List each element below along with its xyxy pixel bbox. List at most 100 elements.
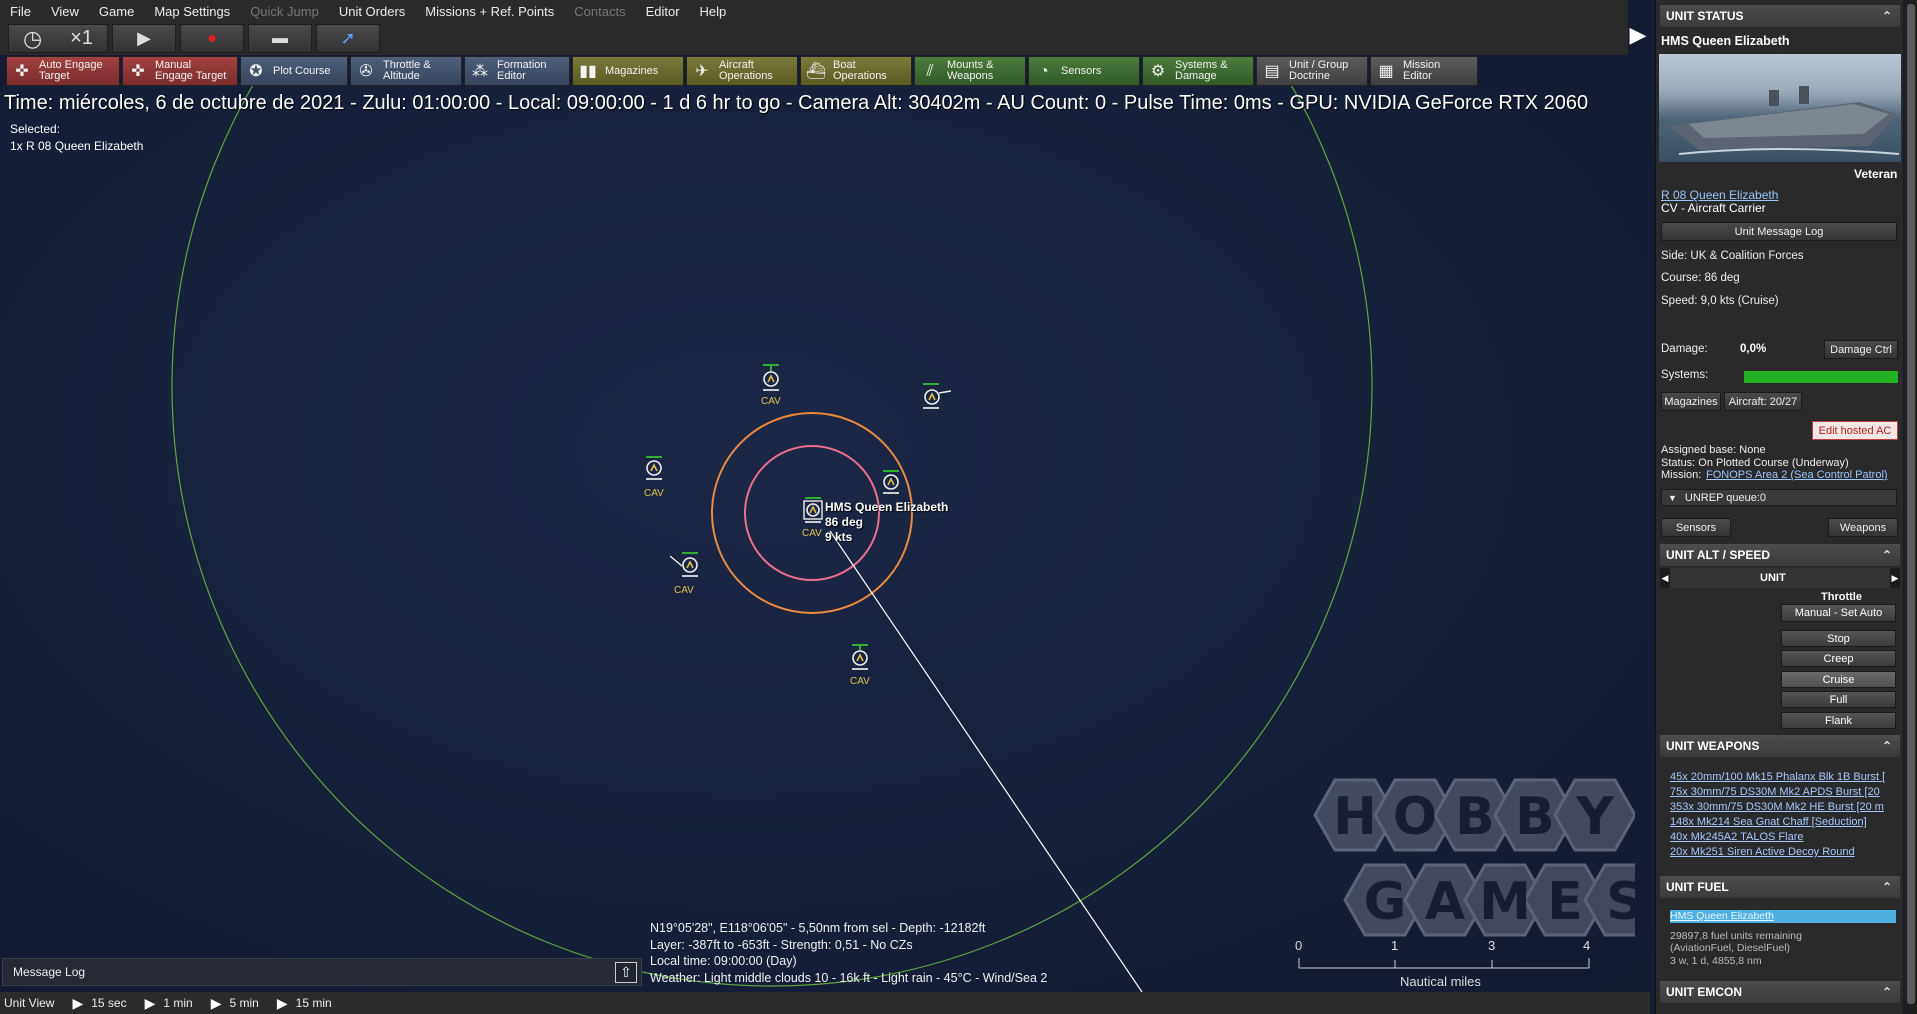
menu-quick-jump[interactable]: Quick Jump (240, 4, 329, 19)
collapse-panel-button[interactable]: ▶ (1628, 20, 1648, 50)
unit-message-log-button[interactable]: Unit Message Log (1661, 222, 1897, 241)
edit-hosted-ac-button[interactable]: Edit hosted AC (1812, 421, 1898, 440)
mission-editor-button[interactable]: ▦ Mission Editor (1370, 56, 1478, 86)
ammo-icon: ▮▮ (579, 62, 597, 80)
message-log-label: Message Log (13, 965, 86, 979)
menu-map-settings[interactable]: Map Settings (144, 4, 240, 19)
menu-view[interactable]: View (41, 4, 89, 19)
time-step-5min[interactable]: ▶ 5 min (201, 995, 267, 1012)
manual-set-auto-button[interactable]: Manual - Set Auto (1781, 604, 1896, 622)
collapse-up-icon[interactable]: ⌃ (1882, 9, 1892, 23)
tab-prev-arrow[interactable]: ◀ (1660, 568, 1670, 588)
ship-view-button[interactable]: ▬ (248, 24, 312, 53)
command-toolbar: ✜ Auto Engage Target ✜ Manual Engage Target … (6, 56, 1478, 86)
unit-icon-escort-2[interactable] (923, 383, 952, 413)
doctrine-button[interactable]: ▤ Unit / Group Doctrine (1256, 56, 1368, 86)
message-log-expand-button[interactable]: ⇧ (615, 962, 637, 983)
unit-photo (1659, 54, 1901, 162)
unit-icon-escort-4[interactable] (880, 470, 902, 500)
menu-unit-orders[interactable]: Unit Orders (329, 4, 415, 19)
unit-tab[interactable]: UNIT (1760, 572, 1786, 584)
scale-unit: Nautical miles (1400, 974, 1481, 989)
tactical-map[interactable]: CAV CAV CAV HMS Queen Elizabeth 86 deg 9… (0, 86, 1650, 992)
menu-help[interactable]: Help (690, 4, 737, 19)
scale-tick-0: 0 (1295, 938, 1303, 953)
collapse-up-icon[interactable]: ⌃ (1882, 985, 1892, 999)
menu-game[interactable]: Game (89, 4, 144, 19)
play-step-icon: ▶ (210, 994, 222, 1011)
throttle-full-button[interactable]: Full (1781, 691, 1896, 708)
unit-weapons-header[interactable]: UNIT WEAPONS ⌃ (1660, 735, 1900, 757)
formation-editor-button[interactable]: ⁂ Formation Editor (464, 56, 570, 86)
record-button[interactable]: ● (180, 24, 244, 53)
mission-link[interactable]: FONOPS Area 2 (Sea Control Patrol) (1706, 469, 1888, 481)
aircraft-panel-button[interactable]: Aircraft: 20/27 (1724, 392, 1802, 411)
time-step-15min[interactable]: ▶ 15 min (267, 995, 340, 1012)
collapse-up-icon[interactable]: ⌃ (1882, 548, 1892, 562)
manual-engage-button[interactable]: ✜ Manual Engage Target (122, 56, 238, 86)
unit-status-text: Status: On Plotted Course (Underway) (1661, 457, 1849, 469)
aircraft-operations-button[interactable]: ✈ Aircraft Operations (686, 56, 798, 86)
unrep-queue[interactable]: ▼ UNREP queue:0 (1661, 489, 1897, 506)
jump-button[interactable]: ➚ (316, 24, 380, 53)
unit-label-cav-5: CAV (674, 585, 694, 596)
scrollbar-thumb[interactable] (1907, 4, 1915, 1004)
unit-alt-speed-header[interactable]: UNIT ALT / SPEED ⌃ (1660, 544, 1900, 566)
message-log-bar[interactable]: Message Log ⇧ (2, 958, 642, 986)
throttle-altitude-button[interactable]: ✇ Throttle & Altitude (350, 56, 462, 86)
menu-bar: File View Game Map Settings Quick Jump U… (0, 0, 1628, 22)
plane-icon: ✈ (695, 62, 709, 80)
throttle-flank-button[interactable]: Flank (1781, 712, 1896, 729)
weapon-item[interactable]: 353x 30mm/75 DS30M Mk2 HE Burst [20 m (1670, 801, 1884, 813)
collapse-up-icon[interactable]: ⌃ (1882, 739, 1892, 753)
outer-range-ring (171, 86, 1373, 987)
weapon-item[interactable]: 148x Mk214 Sea Gnat Chaff [Seduction] (1670, 816, 1867, 828)
weapon-item[interactable]: 40x Mk245A2 TALOS Flare (1670, 831, 1804, 843)
unit-status-header[interactable]: UNIT STATUS ⌃ (1660, 5, 1900, 27)
menu-editor[interactable]: Editor (636, 4, 690, 19)
play-icon: ▶ (137, 28, 151, 48)
radar-icon: ◔ (1039, 62, 1049, 80)
weapon-item[interactable]: 20x Mk251 Siren Active Decoy Round (1670, 846, 1855, 858)
menu-file[interactable]: File (0, 4, 41, 19)
collapse-up-icon[interactable]: ⌃ (1882, 880, 1892, 894)
tab-next-arrow[interactable]: ▶ (1890, 568, 1900, 588)
record-icon: ● (207, 29, 217, 47)
unit-icon-escort-1[interactable] (760, 364, 782, 394)
sensors-button[interactable]: ◔ Sensors (1028, 56, 1140, 86)
sim-speed-button[interactable]: ◷ ×1 (8, 24, 108, 53)
unit-emcon-header[interactable]: UNIT EMCON ⌃ (1660, 981, 1900, 1003)
throttle-creep-button[interactable]: Creep (1781, 650, 1896, 667)
time-step-1min[interactable]: ▶ 1 min (135, 995, 201, 1012)
menu-contacts[interactable]: Contacts (564, 4, 635, 19)
damage-control-button[interactable]: Damage Ctrl (1824, 340, 1898, 359)
systems-damage-button[interactable]: ⚙ Systems & Damage (1142, 56, 1254, 86)
time-step-15sec[interactable]: ▶ 15 sec (62, 995, 134, 1012)
unit-icon-carrier[interactable] (802, 497, 824, 527)
throttle-cruise-button[interactable]: Cruise (1781, 671, 1896, 688)
weapon-item[interactable]: 75x 30mm/75 DS30M Mk2 APDS Burst [20 (1670, 786, 1880, 798)
throttle-stop-button[interactable]: Stop (1781, 630, 1896, 647)
unit-icon-escort-5[interactable] (669, 552, 700, 582)
unit-fuel-header[interactable]: UNIT FUEL ⌃ (1660, 876, 1900, 898)
mounts-weapons-button[interactable]: ⫽ Mounts & Weapons (914, 56, 1026, 86)
magazines-panel-button[interactable]: Magazines (1661, 392, 1721, 411)
magazines-button[interactable]: ▮▮ Magazines (572, 56, 684, 86)
weapon-item[interactable]: 45x 20mm/100 Mk15 Phalanx Blk 1B Burst [ (1670, 771, 1885, 783)
menu-missions[interactable]: Missions + Ref. Points (415, 4, 564, 19)
unit-icon-escort-3[interactable] (643, 456, 665, 486)
fuel-unit-link[interactable]: HMS Queen Elizabeth (1670, 910, 1774, 922)
auto-engage-button[interactable]: ✜ Auto Engage Target (6, 56, 120, 86)
play-button[interactable]: ▶ (112, 24, 176, 53)
plot-course-button[interactable]: ✪ Plot Course (240, 56, 348, 86)
status-info-line: Time: miércoles, 6 de octubre de 2021 - … (4, 92, 1589, 114)
unit-class-link[interactable]: R 08 Queen Elizabeth (1661, 188, 1778, 202)
panel-scrollbar[interactable] (1905, 0, 1917, 1014)
weapons-panel-button[interactable]: Weapons (1828, 518, 1898, 537)
cursor-info: N19°05'28", E118°06'05" - 5,50nm from se… (650, 920, 1047, 986)
unit-icon-escort-6[interactable] (849, 644, 871, 674)
unit-label-speed: 9 kts (825, 530, 853, 544)
systems-label: Systems: (1661, 369, 1709, 381)
boat-operations-button[interactable]: ⛴ Boat Operations (800, 56, 912, 86)
sensors-panel-button[interactable]: Sensors (1661, 518, 1731, 537)
